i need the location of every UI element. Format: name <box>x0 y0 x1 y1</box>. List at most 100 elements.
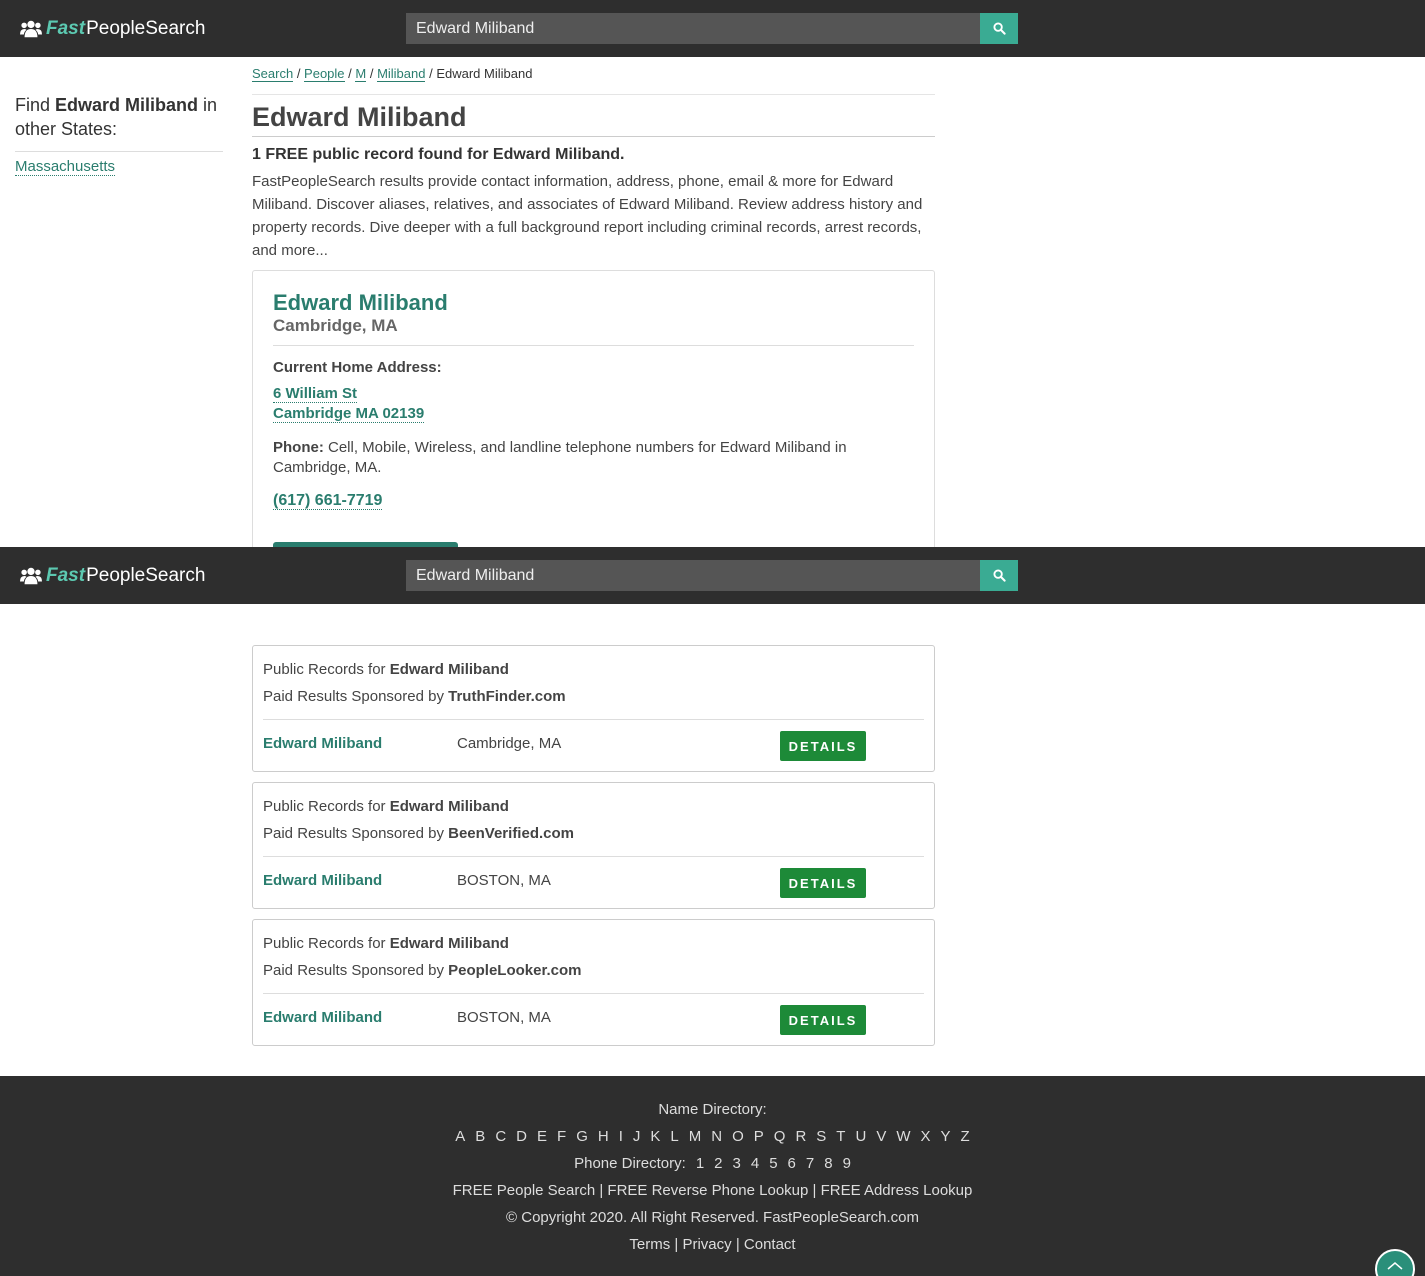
free-links: FREE People Search | FREE Reverse Phone … <box>452 1182 973 1199</box>
logo-rest-text: PeopleSearch <box>86 18 206 39</box>
letter-link[interactable]: X <box>921 1128 931 1145</box>
digit-link[interactable]: 5 <box>769 1155 777 1172</box>
public-records-name: Edward Miliband <box>389 798 509 815</box>
digit-link[interactable]: 1 <box>696 1155 704 1172</box>
letter-link[interactable]: T <box>836 1128 845 1145</box>
letter-link[interactable]: C <box>495 1128 506 1145</box>
public-record-box: Public Records for Edward Miliband Paid … <box>252 782 935 909</box>
contact-link[interactable]: Contact <box>744 1236 796 1253</box>
digit-link[interactable]: 3 <box>733 1155 741 1172</box>
letter-link[interactable]: H <box>598 1128 609 1145</box>
letter-link[interactable]: Z <box>961 1128 970 1145</box>
letter-link[interactable]: V <box>876 1128 886 1145</box>
letter-link[interactable]: S <box>816 1128 826 1145</box>
details-button[interactable]: DETAILS <box>780 1005 866 1035</box>
letter-link[interactable]: P <box>754 1128 764 1145</box>
letter-link[interactable]: F <box>557 1128 566 1145</box>
phone-label: Phone: <box>273 439 324 456</box>
free-people-search-link[interactable]: FREE People Search <box>453 1182 596 1199</box>
letter-link[interactable]: O <box>732 1128 744 1145</box>
result-row: Edward Miliband BOSTON, MA DETAILS <box>263 857 924 898</box>
breadcrumb-people[interactable]: People <box>304 66 345 82</box>
free-address-lookup-link[interactable]: FREE Address Lookup <box>821 1182 973 1199</box>
sponsor-prefix: Paid Results Sponsored by <box>263 688 449 705</box>
public-records-prefix: Public Records for <box>263 798 390 815</box>
find-name-text: Edward Miliband <box>55 95 199 115</box>
breadcrumb-separator: / <box>366 66 378 81</box>
copyright: © Copyright 2020. All Right Reserved. Fa… <box>506 1209 919 1226</box>
letter-link[interactable]: R <box>795 1128 806 1145</box>
digit-link[interactable]: 9 <box>843 1155 851 1172</box>
phone-block: (617) 661-7719 <box>273 492 914 510</box>
breadcrumb-miliband[interactable]: Miliband <box>377 66 426 82</box>
letter-link[interactable]: K <box>650 1128 660 1145</box>
search-button[interactable] <box>980 560 1018 591</box>
letter-link[interactable]: M <box>689 1128 702 1145</box>
address-block: 6 William St Cambridge MA 02139 <box>273 384 914 424</box>
digit-link[interactable]: 4 <box>751 1155 759 1172</box>
terms-link[interactable]: Terms <box>629 1236 670 1253</box>
letter-link[interactable]: Q <box>774 1128 786 1145</box>
digit-link[interactable]: 6 <box>788 1155 796 1172</box>
address-line1-link[interactable]: 6 William St <box>273 385 358 403</box>
sponsor-name: TruthFinder.com <box>448 688 566 705</box>
letter-link[interactable]: I <box>619 1128 623 1145</box>
search-button[interactable] <box>980 13 1018 44</box>
result-name-link[interactable]: Edward Miliband <box>263 735 382 752</box>
free-reverse-phone-link[interactable]: FREE Reverse Phone Lookup <box>607 1182 808 1199</box>
letter-link[interactable]: U <box>855 1128 866 1145</box>
details-button[interactable]: DETAILS <box>780 731 866 761</box>
letter-link[interactable]: W <box>896 1128 910 1145</box>
privacy-link[interactable]: Privacy <box>682 1236 731 1253</box>
digit-link[interactable]: 7 <box>806 1155 814 1172</box>
sponsor-line: Paid Results Sponsored by TruthFinder.co… <box>263 683 924 710</box>
records-found-text: 1 FREE public record found for Edward Mi… <box>252 146 625 163</box>
site-logo[interactable]: Fast PeopleSearch <box>20 564 205 588</box>
result-name-link[interactable]: Edward Miliband <box>263 872 382 889</box>
page-title: Edward Miliband <box>252 102 935 137</box>
letter-link[interactable]: A <box>455 1128 465 1145</box>
sponsor-line: Paid Results Sponsored by PeopleLooker.c… <box>263 957 924 984</box>
letter-link[interactable]: E <box>537 1128 547 1145</box>
search-input[interactable] <box>406 560 980 591</box>
find-other-states-heading: Find Edward Miliband in other States: <box>15 93 223 152</box>
breadcrumb-current: Edward Miliband <box>436 66 533 81</box>
letter-link[interactable]: Y <box>941 1128 951 1145</box>
public-records-line: Public Records for Edward Miliband <box>263 793 924 820</box>
sidebar: Find Edward Miliband in other States: Ma… <box>15 93 223 176</box>
people-icon <box>20 20 42 38</box>
search-bar <box>406 13 1018 44</box>
breadcrumb-search[interactable]: Search <box>252 66 294 82</box>
public-records-prefix: Public Records for <box>263 935 390 952</box>
phone-directory: Phone Directory: 1 2 3 4 5 6 7 8 9 <box>0 1155 1425 1172</box>
sponsor-prefix: Paid Results Sponsored by <box>263 825 449 842</box>
address-line2-link[interactable]: Cambridge MA 02139 <box>273 405 425 423</box>
letter-link[interactable]: J <box>633 1128 641 1145</box>
digit-link[interactable]: 2 <box>714 1155 722 1172</box>
search-input[interactable] <box>406 13 980 44</box>
result-name-link[interactable]: Edward Miliband <box>263 1009 382 1026</box>
breadcrumb: Search / People / M / Miliband / Edward … <box>252 66 935 95</box>
letter-link[interactable]: D <box>516 1128 527 1145</box>
sponsor-name: BeenVerified.com <box>448 825 574 842</box>
letter-link[interactable]: B <box>475 1128 485 1145</box>
details-button[interactable]: DETAILS <box>780 868 866 898</box>
phone-directory-label: Phone Directory: <box>574 1155 686 1172</box>
letter-link[interactable]: N <box>711 1128 722 1145</box>
phone-number-link[interactable]: (617) 661-7719 <box>273 492 383 510</box>
state-link-massachusetts[interactable]: Massachusetts <box>15 158 116 176</box>
letter-link[interactable]: G <box>576 1128 588 1145</box>
digit-link[interactable]: 8 <box>824 1155 832 1172</box>
phone-description: Phone: Cell, Mobile, Wireless, and landl… <box>273 438 914 478</box>
legal-links: Terms | Privacy | Contact <box>629 1236 796 1253</box>
breadcrumb-m[interactable]: M <box>355 66 367 82</box>
person-name-link[interactable]: Edward Miliband <box>273 291 914 315</box>
footer: Name Directory: ABCDEFGHIJKLMNOPQRSTUVWX… <box>0 1076 1425 1276</box>
public-records-prefix: Public Records for <box>263 661 390 678</box>
results-description: FastPeopleSearch results provide contact… <box>252 173 923 259</box>
site-logo[interactable]: Fast PeopleSearch <box>20 17 205 41</box>
letter-link[interactable]: L <box>670 1128 678 1145</box>
find-prefix-text: Find <box>15 95 56 115</box>
search-icon <box>992 569 1006 582</box>
public-records-name: Edward Miliband <box>389 935 509 952</box>
